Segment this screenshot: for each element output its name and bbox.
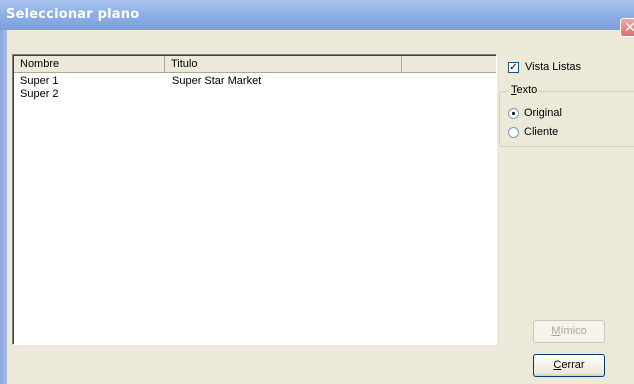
texto-groupbox [499,91,634,147]
column-header-nombre[interactable]: Nombre [14,56,165,73]
vista-listas-checkbox[interactable]: ✓ [508,62,519,73]
cell-titulo: Super Star Market [172,75,262,87]
cliente-radio-label[interactable]: Cliente [524,126,558,138]
close-button[interactable]: ✕ [620,18,634,37]
column-header-titulo[interactable]: Titulo [165,56,402,73]
list-header: Nombre Titulo [14,56,496,73]
original-radio[interactable] [508,108,519,119]
cell-nombre: Super 2 [20,88,59,100]
texto-group-legend: Texto [509,84,540,96]
cell-nombre: Super 1 [20,75,59,87]
list-row[interactable]: Super 2 [14,88,496,101]
vista-listas-label[interactable]: Vista Listas [525,61,581,73]
cliente-radio[interactable] [508,127,519,138]
list-row[interactable]: Super 1 Super Star Market [14,75,496,88]
cerrar-button[interactable]: Cerrar [533,354,605,377]
window-frame-left [0,30,7,384]
mimico-button[interactable]: Mímico [533,320,605,343]
window-title: Seleccionar plano [6,7,140,22]
radio-selected-dot-icon [512,112,515,115]
column-header-extra[interactable] [402,56,496,73]
checkmark-icon: ✓ [509,62,518,73]
title-bar: Seleccionar plano [0,0,634,30]
plans-list-view[interactable]: Nombre Titulo Super 1 Super Star Market … [12,54,497,345]
original-radio-label[interactable]: Original [524,107,562,119]
